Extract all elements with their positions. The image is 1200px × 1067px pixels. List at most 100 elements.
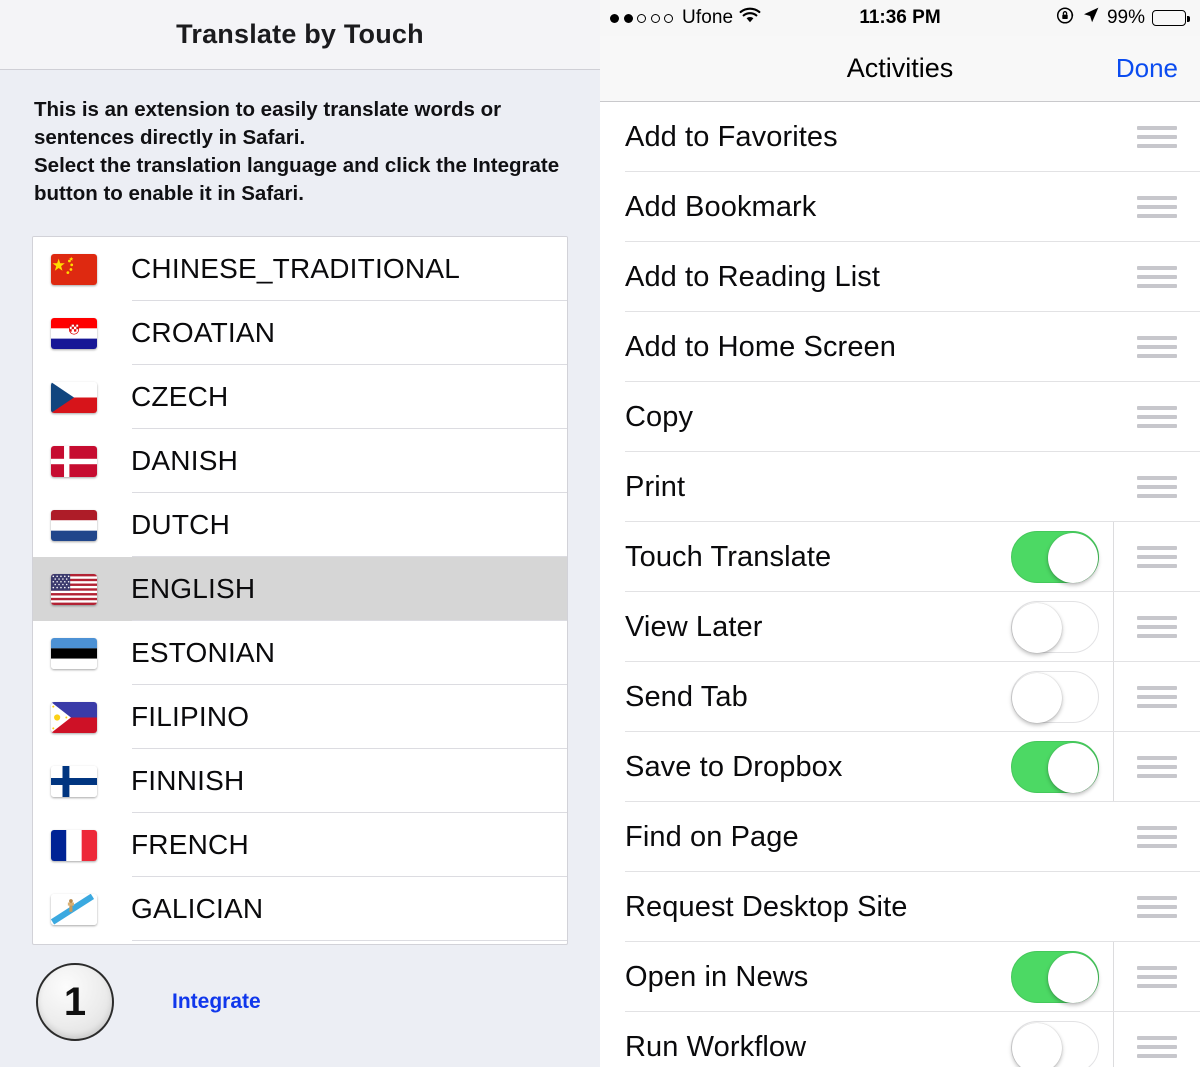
ios-status-bar: Ufone 11:36 PM 99% xyxy=(600,0,1200,36)
activity-row[interactable]: Open in News xyxy=(600,942,1200,1012)
toggle-cell xyxy=(997,942,1114,1012)
integrate-button[interactable]: Integrate xyxy=(172,990,261,1014)
activity-toggle[interactable] xyxy=(1011,531,1099,583)
drag-handle-cell xyxy=(1114,872,1200,942)
flag-icon-us xyxy=(51,573,97,605)
carrier-label: Ufone xyxy=(682,7,734,28)
activity-row[interactable]: Add Bookmark xyxy=(600,172,1200,242)
flag-icon-ee xyxy=(51,637,97,669)
drag-handle-cell xyxy=(1114,662,1200,732)
activity-row[interactable]: Add to Reading List xyxy=(600,242,1200,312)
activity-row-controls xyxy=(997,942,1200,1012)
toggle-knob xyxy=(1048,743,1098,793)
activity-row-controls xyxy=(1114,172,1200,242)
drag-handle-icon[interactable] xyxy=(1137,476,1177,498)
language-row-finnish[interactable]: FINNISH xyxy=(33,749,567,814)
activity-row[interactable]: Copy xyxy=(600,382,1200,452)
drag-handle-icon[interactable] xyxy=(1137,126,1177,148)
language-label: ESTONIAN xyxy=(131,637,276,669)
drag-handle-icon[interactable] xyxy=(1137,966,1177,988)
language-row-chinese_traditional[interactable]: CHINESE_TRADITIONAL xyxy=(33,237,567,302)
status-bar-left: Ufone xyxy=(610,7,761,30)
flag-icon-nl xyxy=(51,509,97,541)
drag-handle-icon[interactable] xyxy=(1137,616,1177,638)
drag-handle-icon[interactable] xyxy=(1137,266,1177,288)
page-title: Translate by Touch xyxy=(176,19,424,49)
drag-handle-icon[interactable] xyxy=(1137,196,1177,218)
signal-dot xyxy=(650,13,660,23)
activity-toggle[interactable] xyxy=(1011,741,1099,793)
drag-handle-cell xyxy=(1114,942,1200,1012)
activity-label: Run Workflow xyxy=(625,1030,807,1063)
toggle-knob xyxy=(1048,953,1098,1003)
activity-row-controls xyxy=(997,732,1200,802)
drag-handle-cell xyxy=(1114,732,1200,802)
activity-row[interactable]: Run Workflow xyxy=(600,1012,1200,1067)
language-label: CZECH xyxy=(131,381,229,413)
drag-handle-cell xyxy=(1114,802,1200,872)
language-row-estonian[interactable]: ESTONIAN xyxy=(33,621,567,686)
activity-toggle[interactable] xyxy=(1011,601,1099,653)
drag-handle-icon[interactable] xyxy=(1137,826,1177,848)
toggle-knob xyxy=(1048,533,1098,583)
drag-handle-icon[interactable] xyxy=(1137,686,1177,708)
activity-label: Add to Reading List xyxy=(625,260,881,293)
drag-handle-icon[interactable] xyxy=(1137,756,1177,778)
drag-handle-icon[interactable] xyxy=(1137,546,1177,568)
activity-label: Print xyxy=(625,470,686,503)
language-label: GALICIAN xyxy=(131,893,264,925)
flag-icon-cn xyxy=(51,253,97,285)
activity-toggle[interactable] xyxy=(1011,951,1099,1003)
activity-label: Find on Page xyxy=(625,820,799,853)
activity-label: Touch Translate xyxy=(625,540,832,573)
activity-row-controls xyxy=(997,522,1200,592)
flag-icon-hr xyxy=(51,317,97,349)
flag-icon-dk xyxy=(51,445,97,477)
language-row-english[interactable]: ENGLISH xyxy=(33,557,567,622)
extension-footer: 1 Integrate xyxy=(0,937,600,1067)
activity-row[interactable]: Add to Home Screen xyxy=(600,312,1200,382)
toggle-knob xyxy=(1012,1023,1062,1067)
status-bar-right: 99% xyxy=(1056,6,1190,31)
activity-row[interactable]: Find on Page xyxy=(600,802,1200,872)
activity-row-controls xyxy=(1114,452,1200,522)
activity-label: View Later xyxy=(625,610,763,643)
done-button[interactable]: Done xyxy=(1116,53,1178,84)
ios-activities-sheet: Ufone 11:36 PM 99% Activities Done Add t… xyxy=(600,0,1200,1067)
activity-row[interactable]: Touch Translate xyxy=(600,522,1200,592)
activity-label: Copy xyxy=(625,400,694,433)
activity-row[interactable]: Print xyxy=(600,452,1200,522)
language-row-danish[interactable]: DANISH xyxy=(33,429,567,494)
activity-row-controls xyxy=(997,592,1200,662)
drag-handle-icon[interactable] xyxy=(1137,406,1177,428)
extension-header: Translate by Touch xyxy=(0,0,600,70)
location-arrow-icon xyxy=(1082,6,1100,30)
language-label: FRENCH xyxy=(131,829,249,861)
wifi-icon xyxy=(739,7,761,30)
drag-handle-icon[interactable] xyxy=(1137,1036,1177,1058)
drag-handle-cell xyxy=(1114,172,1200,242)
language-row-galician[interactable]: GALICIAN xyxy=(33,877,567,942)
toggle-cell xyxy=(997,522,1114,592)
signal-dot xyxy=(610,13,619,23)
language-row-czech[interactable]: CZECH xyxy=(33,365,567,430)
activity-row[interactable]: Request Desktop Site xyxy=(600,872,1200,942)
drag-handle-icon[interactable] xyxy=(1137,896,1177,918)
language-row-french[interactable]: FRENCH xyxy=(33,813,567,878)
activity-row[interactable]: Add to Favorites xyxy=(600,102,1200,172)
language-row-dutch[interactable]: DUTCH xyxy=(33,493,567,558)
drag-handle-icon[interactable] xyxy=(1137,336,1177,358)
activity-row[interactable]: Send Tab xyxy=(600,662,1200,732)
activity-toggle[interactable] xyxy=(1011,671,1099,723)
activity-row[interactable]: View Later xyxy=(600,592,1200,662)
language-list[interactable]: CHINESE_TRADITIONAL CROATIAN CZECH DANISH DU… xyxy=(32,236,568,946)
activity-row[interactable]: Save to Dropbox xyxy=(600,732,1200,802)
toggle-cell xyxy=(997,662,1114,732)
activity-toggle[interactable] xyxy=(1011,1021,1099,1067)
drag-handle-cell xyxy=(1114,522,1200,592)
activities-list: Add to Favorites Add Bookmark Add to Readi… xyxy=(600,102,1200,1067)
language-row-croatian[interactable]: CROATIAN xyxy=(33,301,567,366)
flag-icon-gl xyxy=(51,893,97,925)
language-row-filipino[interactable]: FILIPINO xyxy=(33,685,567,750)
language-label: FILIPINO xyxy=(131,701,250,733)
